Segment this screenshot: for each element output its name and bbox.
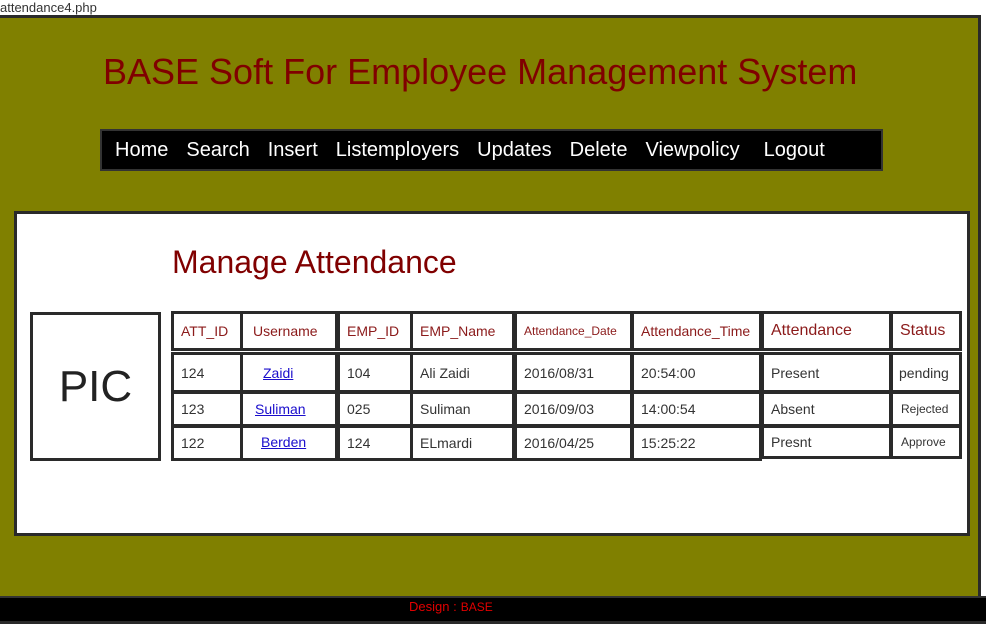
col-header-att-id: ATT_ID xyxy=(171,311,243,351)
nav-home[interactable]: Home xyxy=(115,139,168,162)
nav-search[interactable]: Search xyxy=(186,139,249,162)
table-cell-status: pending xyxy=(890,352,962,393)
table-cell-time: 20:54:00 xyxy=(631,352,762,393)
username-link[interactable]: Zaidi xyxy=(263,365,293,381)
table-cell-emp-name: ELmardi xyxy=(410,425,515,461)
nav-delete[interactable]: Delete xyxy=(570,139,628,162)
page-heading: Manage Attendance xyxy=(172,244,457,280)
table-cell-attendance: Presnt xyxy=(761,425,892,459)
footer-credit: Design : BASE xyxy=(409,598,493,616)
table-cell-date: 2016/04/25 xyxy=(514,425,633,461)
col-header-attendance-time: Attendance_Time xyxy=(631,311,762,351)
table-cell-emp-id: 025 xyxy=(337,391,413,427)
content-panel: Manage Attendance PIC ATT_ID Username EM… xyxy=(14,211,970,536)
browser-url: attendance4.php xyxy=(0,0,986,15)
footer: Design : BASE xyxy=(0,596,986,621)
table-cell-att-id: 122 xyxy=(171,425,243,461)
table-cell-date: 2016/09/03 xyxy=(514,391,633,427)
table-cell-emp-id: 104 xyxy=(337,352,413,393)
nav-updates[interactable]: Updates xyxy=(477,139,552,162)
footer-design-label: Design : xyxy=(409,599,457,614)
footer-brand: BASE xyxy=(460,600,493,614)
table-cell-time: 14:00:54 xyxy=(631,391,762,427)
table-cell-date: 2016/08/31 xyxy=(514,352,633,393)
col-header-attendance: Attendance xyxy=(761,311,892,351)
table-cell-status: Rejected xyxy=(890,391,962,427)
nav-logout[interactable]: Logout xyxy=(764,139,825,162)
table-cell-username: Zaidi xyxy=(240,352,338,393)
table-cell-username: Suliman xyxy=(240,391,338,427)
nav-listemployers[interactable]: Listemployers xyxy=(336,139,459,162)
table-cell-time: 15:25:22 xyxy=(631,425,762,461)
table-cell-emp-id: 124 xyxy=(337,425,413,461)
col-header-emp-name: EMP_Name xyxy=(410,311,515,351)
table-cell-att-id: 123 xyxy=(171,391,243,427)
main-navbar: Home Search Insert Listemployers Updates… xyxy=(100,129,883,171)
table-cell-attendance: Absent xyxy=(761,391,892,427)
username-link[interactable]: Berden xyxy=(261,434,306,450)
picture-placeholder: PIC xyxy=(30,312,161,461)
col-header-emp-id: EMP_ID xyxy=(337,311,413,351)
page-edge xyxy=(981,15,986,624)
table-cell-attendance: Present xyxy=(761,352,892,393)
col-header-username: Username xyxy=(240,311,338,351)
nav-viewpolicy[interactable]: Viewpolicy xyxy=(645,139,739,162)
nav-insert[interactable]: Insert xyxy=(268,139,318,162)
table-cell-att-id: 124 xyxy=(171,352,243,393)
table-cell-emp-name: Suliman xyxy=(410,391,515,427)
site-title: BASE Soft For Employee Management System xyxy=(103,51,858,92)
page-wrapper: BASE Soft For Employee Management System… xyxy=(0,15,981,621)
table-cell-status: Approve xyxy=(890,425,962,459)
username-link[interactable]: Suliman xyxy=(255,401,306,417)
table-cell-username: Berden xyxy=(240,425,338,461)
col-header-attendance-date: Attendance_Date xyxy=(514,311,633,351)
table-cell-emp-name: Ali Zaidi xyxy=(410,352,515,393)
col-header-status: Status xyxy=(890,311,962,351)
